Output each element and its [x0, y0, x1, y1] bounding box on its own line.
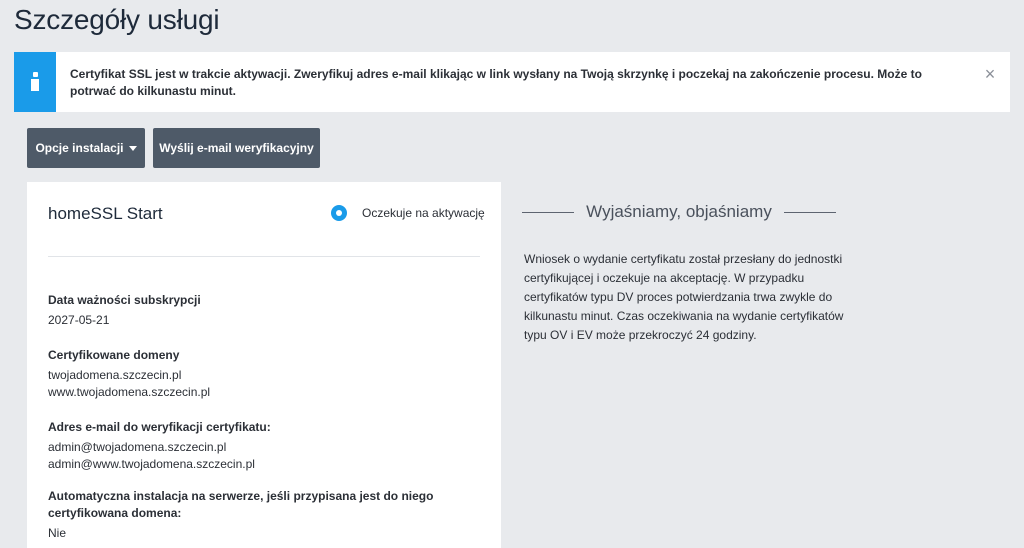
divider	[48, 256, 480, 257]
page-title: Szczegóły usługi	[14, 4, 220, 35]
subscription-expiry-value: 2027-05-21	[48, 313, 110, 327]
explanation-heading: Wyjaśniamy, objaśniamy	[522, 202, 836, 222]
verification-email: admin@twojadomena.szczecin.pl	[48, 440, 227, 454]
close-icon[interactable]: ×	[970, 52, 1010, 112]
verification-email-label: Adres e-mail do weryfikacji certyfikatu:	[48, 420, 271, 434]
service-card: homeSSL Start Oczekuje na aktywację Data…	[27, 182, 501, 548]
send-verification-email-label: Wyślij e-mail weryfikacyjny	[159, 141, 314, 155]
caret-down-icon	[128, 145, 137, 151]
auto-install-section: Automatyczna instalacja na serwerze, jeś…	[48, 488, 488, 542]
certified-domains-section: Certyfikowane domeny twojadomena.szczeci…	[48, 347, 488, 401]
alert-message: Certyfikat SSL jest w trakcie aktywacji.…	[70, 67, 922, 98]
info-alert: Certyfikat SSL jest w trakcie aktywacji.…	[14, 52, 1010, 112]
certified-domain: twojadomena.szczecin.pl	[48, 368, 182, 382]
alert-icon-box	[14, 52, 56, 112]
explanation-heading-text: Wyjaśniamy, objaśniamy	[586, 202, 772, 221]
status-pending-icon	[331, 205, 347, 221]
status-text: Oczekuje na aktywację	[362, 206, 485, 220]
verification-email-section: Adres e-mail do weryfikacji certyfikatu:…	[48, 419, 488, 473]
auto-install-label: Automatyczna instalacja na serwerze, jeś…	[48, 489, 434, 520]
installation-options-button[interactable]: Opcje instalacji	[27, 128, 145, 168]
explanation-text: Wniosek o wydanie certyfikatu został prz…	[524, 252, 844, 342]
certified-domain: www.twojadomena.szczecin.pl	[48, 385, 211, 399]
installation-options-label: Opcje instalacji	[35, 141, 124, 155]
certified-domains-label: Certyfikowane domeny	[48, 348, 180, 362]
subscription-expiry-section: Data ważności subskrypcji 2027-05-21	[48, 292, 488, 329]
verification-email: admin@www.twojadomena.szczecin.pl	[48, 457, 255, 471]
info-icon	[28, 71, 42, 93]
heading-line-right	[783, 211, 836, 213]
subscription-expiry-label: Data ważności subskrypcji	[48, 293, 201, 307]
heading-line-left	[522, 211, 575, 213]
send-verification-email-button[interactable]: Wyślij e-mail weryfikacyjny	[153, 128, 320, 168]
status-badge: Oczekuje na aktywację	[331, 205, 485, 221]
service-name: homeSSL Start	[48, 204, 163, 223]
auto-install-value: Nie	[48, 526, 67, 540]
